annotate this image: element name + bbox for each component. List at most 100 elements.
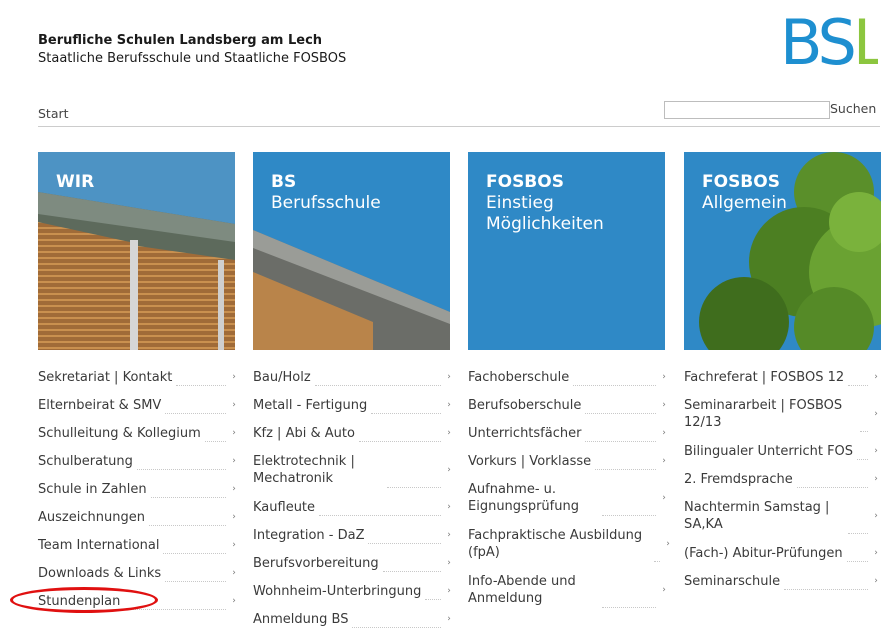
menu-item[interactable]: 2. Fremdsprache ›	[684, 465, 880, 493]
search-button[interactable]: Suchen	[830, 101, 876, 116]
menu-item[interactable]: Kfz | Abi & Auto ›	[253, 419, 453, 447]
chevron-right-icon: ›	[447, 501, 451, 512]
chevron-right-icon: ›	[447, 613, 451, 624]
menu-item[interactable]: Fachpraktische Ausbildung (fpA) ›	[468, 521, 670, 567]
tile-wir-title: WIR	[56, 172, 94, 193]
dot-leader	[352, 627, 441, 628]
tile-subtitle-text: Allgemein	[702, 193, 787, 213]
tile-bs[interactable]: BS Berufsschule	[253, 152, 450, 350]
menu-item-label: 2. Fremdsprache	[684, 471, 793, 487]
dot-leader	[846, 561, 868, 562]
menu-item[interactable]: Schulberatung ›	[38, 447, 238, 475]
menu-item-label: Unterrichtsfächer	[468, 425, 582, 441]
menu-item[interactable]: Berufsoberschule ›	[468, 391, 668, 419]
chevron-right-icon: ›	[447, 399, 451, 410]
menu-item[interactable]: Nachtermin Samstag | SA,KA ›	[684, 493, 880, 539]
chevron-right-icon: ›	[232, 399, 236, 410]
bsl-logo[interactable]: BSL BSL	[780, 6, 881, 79]
menu-item-label: Fachoberschule	[468, 369, 570, 385]
menu-item[interactable]: Metall - Fertigung ›	[253, 391, 453, 419]
menu-item-label: Nachtermin Samstag | SA,KA	[684, 500, 830, 532]
breadcrumb-start[interactable]: Start	[38, 106, 69, 121]
menu-item[interactable]: Sekretariat | Kontakt ›	[38, 363, 238, 391]
menu-item[interactable]: Info-Abende und Anmeldung ›	[468, 567, 668, 613]
menu-item[interactable]: Kaufleute ›	[253, 493, 453, 521]
menu-item[interactable]: Auszeichnungen ›	[38, 503, 238, 531]
menu-item[interactable]: Elektrotechnik | Mechatronik ›	[253, 447, 453, 493]
chevron-right-icon: ›	[232, 539, 236, 550]
chevron-right-icon: ›	[232, 567, 236, 578]
chevron-right-icon: ›	[232, 483, 236, 494]
menu-item-label: Sekretariat | Kontakt	[38, 369, 173, 385]
menu-item-label: Seminarschule	[684, 573, 781, 589]
menu-item[interactable]: Schulleitung & Kollegium ›	[38, 419, 238, 447]
menu-item[interactable]: Schule in Zahlen ›	[38, 475, 238, 503]
tile-title-text: FOSBOS	[486, 172, 564, 192]
dot-leader	[585, 441, 656, 442]
menu-item[interactable]: Bau/Holz ›	[253, 363, 453, 391]
menu-item-label: Fachpraktische Ausbildung (fpA)	[468, 528, 643, 560]
dot-leader	[204, 441, 226, 442]
menu-item[interactable]: Unterrichtsfächer ›	[468, 419, 668, 447]
menu-item[interactable]: Seminararbeit | FOSBOS 12/13 ›	[684, 391, 880, 437]
dot-leader	[387, 487, 441, 488]
menu-item-label: Wohnheim-Unterbringung	[253, 583, 422, 599]
tile-subtitle-text: Berufsschule	[271, 193, 381, 213]
tile-wir[interactable]: WIR	[38, 152, 235, 350]
chevron-right-icon: ›	[447, 529, 451, 540]
logo-text: BSL	[878, 14, 879, 15]
dot-leader	[136, 469, 226, 470]
menu-item-label: Vorkurs | Vorklasse	[468, 453, 592, 469]
dot-leader	[595, 469, 656, 470]
menu-item[interactable]: Elternbeirat & SMV ›	[38, 391, 238, 419]
tile-title-text: WIR	[56, 172, 95, 192]
menu-item-label: Aufnahme- u. Eignungsprüfung	[468, 482, 579, 514]
menu-item[interactable]: Integration - DaZ ›	[253, 521, 453, 549]
menu-item[interactable]: Downloads & Links ›	[38, 559, 238, 587]
menu-item-label: Metall - Fertigung	[253, 397, 368, 413]
dot-leader	[165, 581, 226, 582]
tile-fosbos-einstieg-title: FOSBOS Einstieg Möglichkeiten	[486, 172, 656, 235]
menu-item[interactable]: Vorkurs | Vorklasse ›	[468, 447, 668, 475]
chevron-right-icon: ›	[447, 427, 451, 438]
chevron-right-icon: ›	[874, 510, 878, 521]
chevron-right-icon: ›	[232, 595, 236, 606]
menu-item[interactable]: Wohnheim-Unterbringung ›	[253, 577, 453, 605]
menu-item[interactable]: Fachoberschule ›	[468, 363, 668, 391]
menu-item-label: Berufsoberschule	[468, 397, 582, 413]
menu-item[interactable]: Fachreferat | FOSBOS 12 ›	[684, 363, 880, 391]
dot-leader	[148, 525, 226, 526]
dot-leader	[124, 609, 226, 610]
chevron-right-icon: ›	[662, 399, 666, 410]
menu-item[interactable]: Team International ›	[38, 531, 238, 559]
tile-fosbos-allgemein[interactable]: FOSBOS Allgemein	[684, 152, 881, 350]
menu-item-label: Team International	[38, 537, 160, 553]
search-input[interactable]	[664, 101, 830, 119]
menu-item-label: Bilingualer Unterricht FOS	[684, 443, 854, 459]
chevron-right-icon: ›	[232, 371, 236, 382]
dot-leader	[784, 589, 868, 590]
menu-item-label: Elektrotechnik | Mechatronik	[253, 454, 355, 486]
tile-title-text: BS	[271, 172, 297, 192]
chevron-right-icon: ›	[232, 455, 236, 466]
menu-item[interactable]: Aufnahme- u. Eignungsprüfung ›	[468, 475, 668, 521]
dot-leader	[848, 533, 868, 534]
menu-item[interactable]: Bilingualer Unterricht FOS ›	[684, 437, 880, 465]
chevron-right-icon: ›	[662, 584, 666, 595]
chevron-right-icon: ›	[232, 511, 236, 522]
chevron-right-icon: ›	[662, 371, 666, 382]
chevron-right-icon: ›	[874, 473, 878, 484]
menu-item[interactable]: (Fach-) Abitur-Prüfungen ›	[684, 539, 880, 567]
tile-fosbos-einstieg[interactable]: FOSBOS Einstieg Möglichkeiten	[468, 152, 665, 350]
school-subtitle: Staatliche Berufsschule und Staatliche F…	[38, 51, 347, 66]
dot-leader	[165, 413, 226, 414]
menu-item[interactable]: Anmeldung BS ›	[253, 605, 453, 633]
chevron-right-icon: ›	[874, 575, 878, 586]
menu-item-label: Auszeichnungen	[38, 509, 145, 525]
menu-item-label: Kaufleute	[253, 499, 316, 515]
menu-item[interactable]: Seminarschule ›	[684, 567, 880, 595]
menu-wir: Sekretariat | Kontakt › Elternbeirat & SM…	[38, 363, 238, 615]
dot-leader	[602, 515, 656, 516]
menu-item[interactable]: Berufsvorbereitung ›	[253, 549, 453, 577]
menu-item-label: Elternbeirat & SMV	[38, 397, 162, 413]
